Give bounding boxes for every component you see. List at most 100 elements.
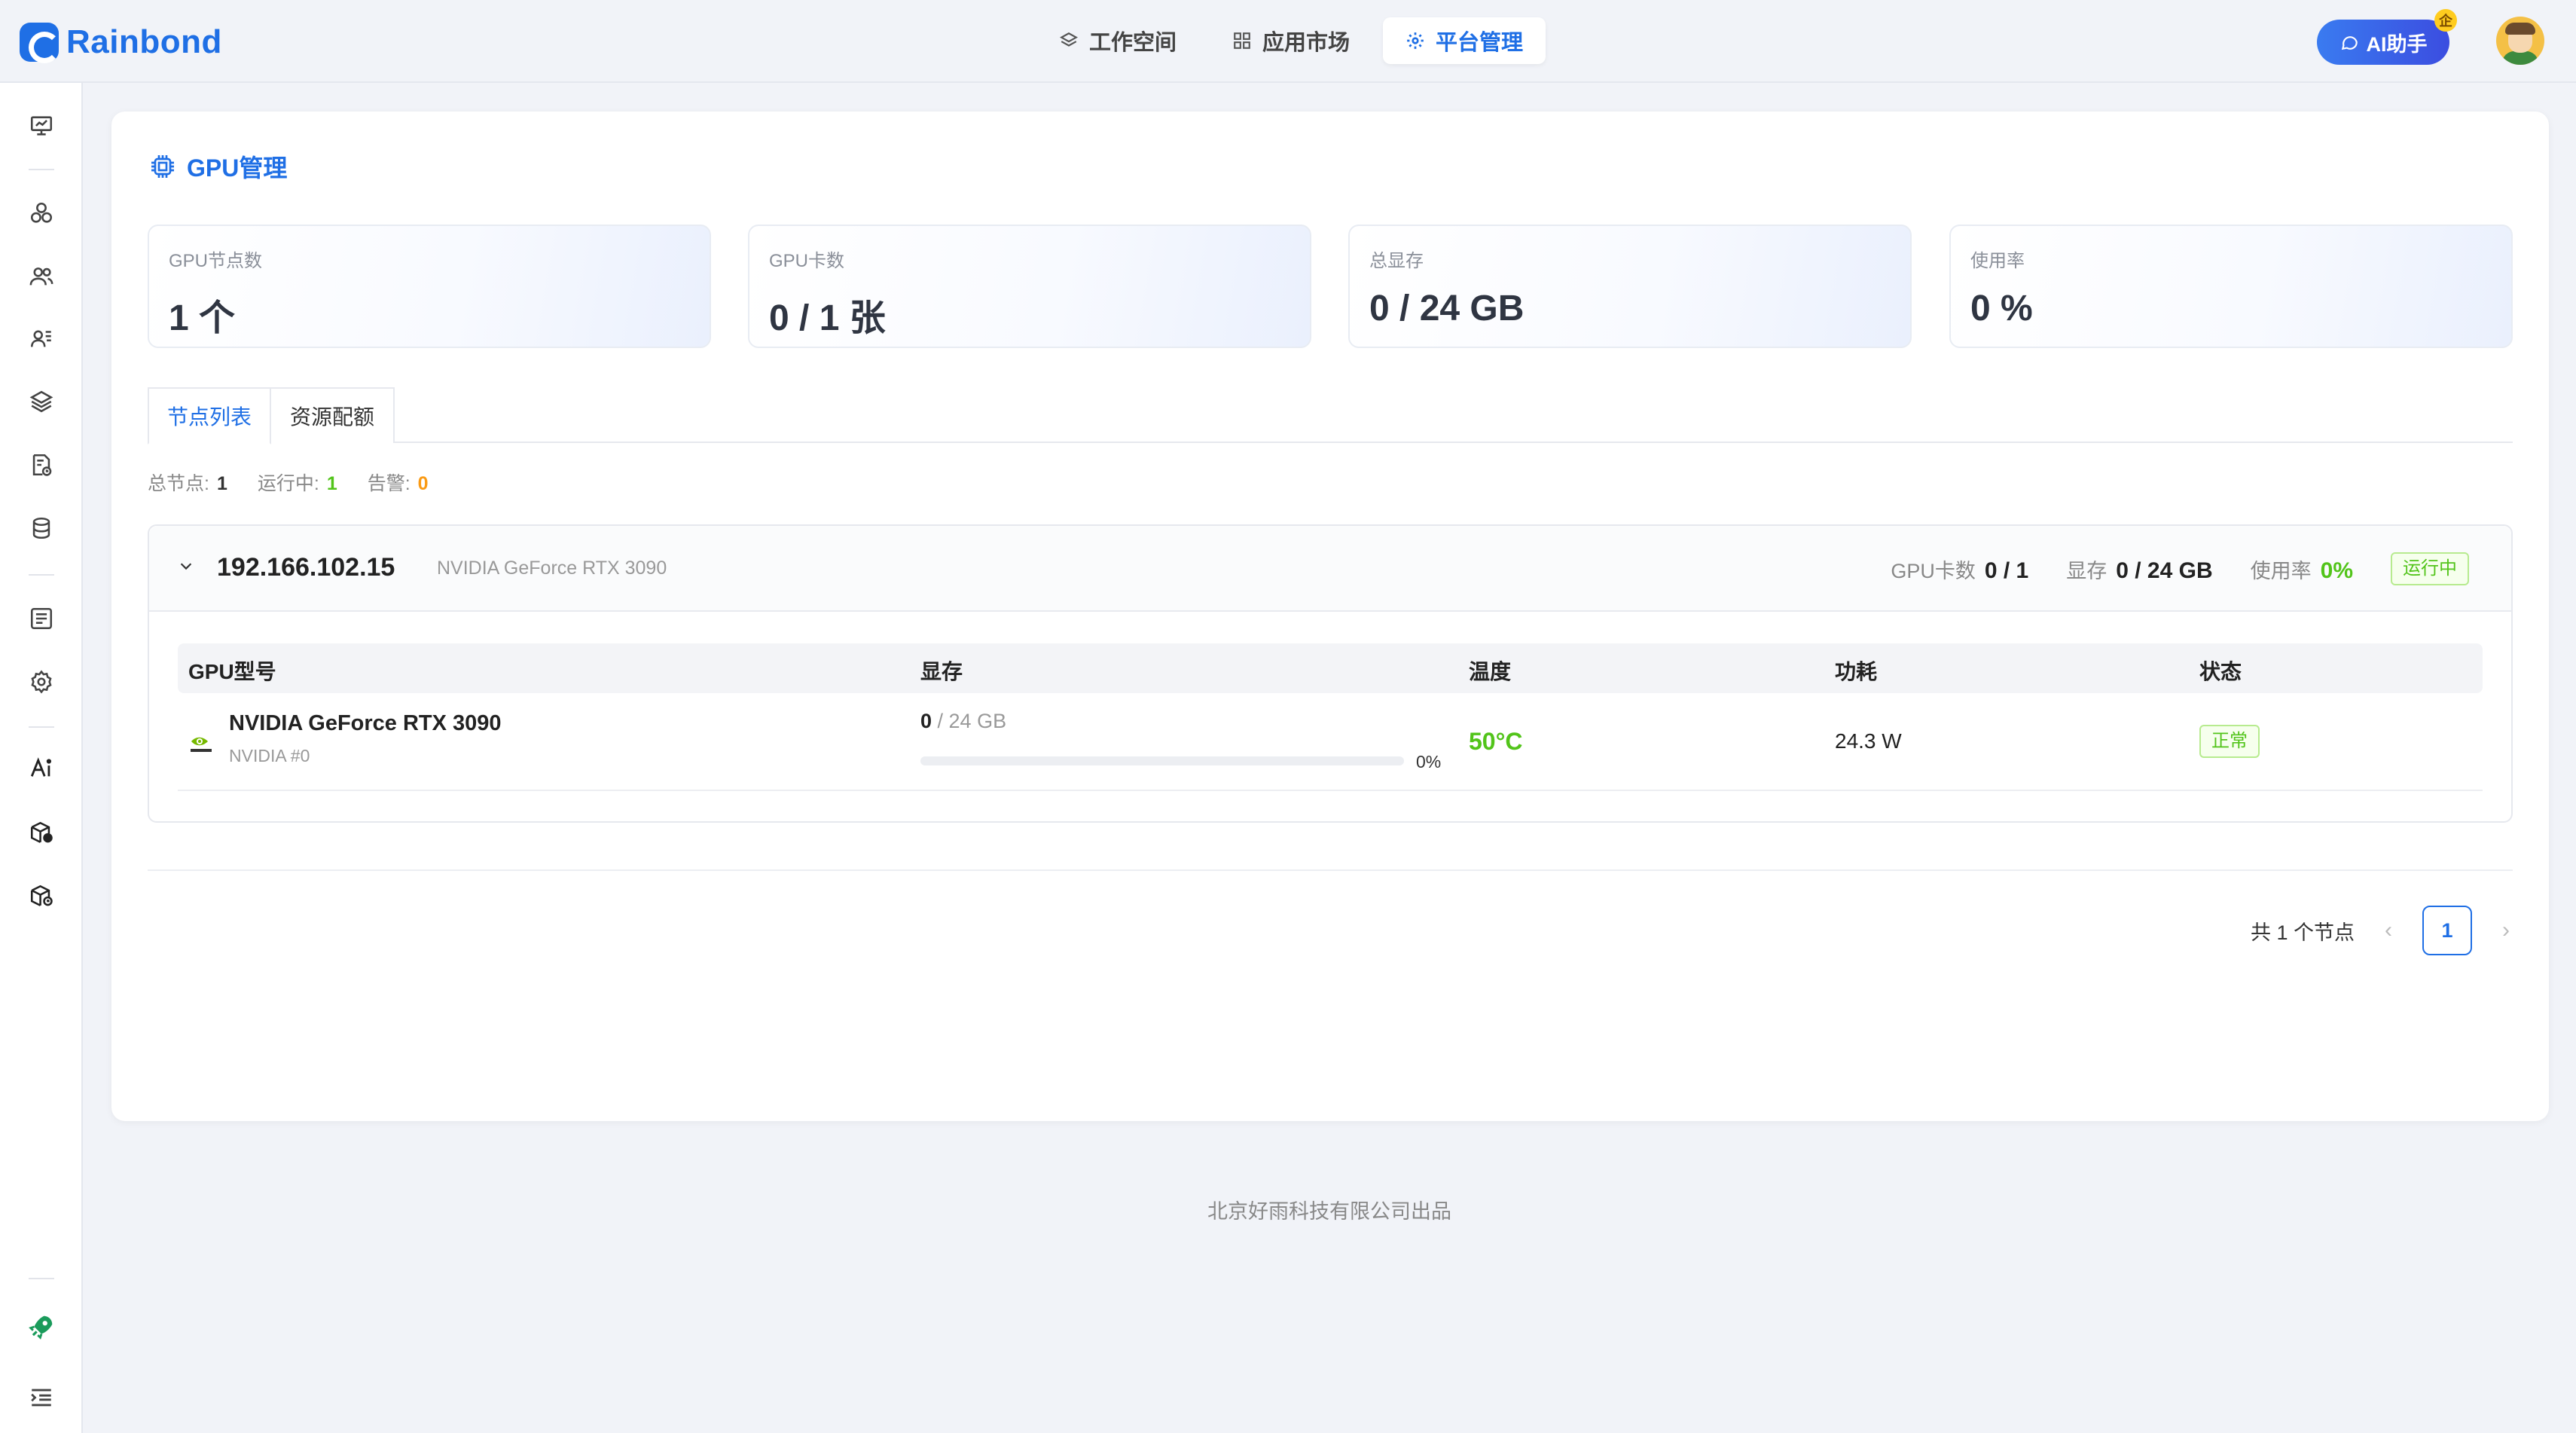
column-header: 显存 <box>920 660 963 683</box>
node-panel: 192.166.102.15 NVIDIA GeForce RTX 3090 G… <box>148 524 2513 823</box>
brand-logo[interactable]: Rainbond <box>20 20 222 65</box>
gpu-memory-used: 0 <box>920 710 932 732</box>
brand-name: Rainbond <box>66 23 222 60</box>
nav-workspace-label: 工作空间 <box>1089 31 1177 55</box>
chevron-right-icon[interactable]: › <box>2502 918 2510 943</box>
avatar-shirt <box>2502 51 2538 65</box>
node-mem-label: 显存 <box>2066 559 2107 582</box>
node-usage-value: 0% <box>2320 558 2353 583</box>
column-header: 状态 <box>2199 660 2242 683</box>
chevron-down-icon[interactable] <box>178 558 194 574</box>
pagination-total: 共 1 个节点 <box>2250 921 2355 944</box>
sidebar-divider <box>29 726 54 728</box>
summary-alert-label: 告警: <box>367 473 411 494</box>
node-header[interactable]: 192.166.102.15 NVIDIA GeForce RTX 3090 G… <box>149 526 2511 612</box>
table-header: GPU型号 显存 温度 功耗 状态 <box>178 643 2483 693</box>
stat-label: 总显存 <box>1369 251 1424 271</box>
tab-resource-quota[interactable]: 资源配额 <box>270 387 395 443</box>
nvidia-logo-icon <box>191 737 212 752</box>
column-header: GPU型号 <box>188 660 276 683</box>
gpu-management-card: GPU管理 GPU节点数 1 个 GPU卡数 0 / 1 张 总显存 0 / 2… <box>111 112 2549 1121</box>
node-ip: 192.166.102.15 <box>217 553 395 582</box>
stat-value: 1 个 <box>169 298 236 338</box>
main-nav: 工作空间 应用市场 平台管理 <box>1036 17 1546 65</box>
report-icon[interactable] <box>27 451 56 479</box>
rocket-icon[interactable] <box>27 1312 56 1341</box>
list-icon[interactable] <box>27 604 56 633</box>
stat-gpu-cards: GPU卡数 0 / 1 张 <box>748 225 1311 348</box>
gpu-memory: 0 / 24 GB <box>920 710 1006 733</box>
contacts-icon[interactable] <box>27 324 56 353</box>
summary-running: 运行中: 1 <box>258 469 337 496</box>
avatar-hair <box>2505 23 2535 35</box>
page-title: GPU管理 <box>148 149 287 184</box>
tab-bar: 节点列表 资源配额 <box>148 387 2513 445</box>
ai-assistant-button[interactable]: AI助手 企 <box>2317 9 2457 65</box>
summary-running-label: 运行中: <box>257 473 319 494</box>
memory-percent: 0% <box>1416 752 1442 771</box>
node-usage-label: 使用率 <box>2250 559 2312 582</box>
layers-icon[interactable] <box>27 387 56 416</box>
nav-platform-admin-label: 平台管理 <box>1436 31 1524 55</box>
node-usage: 使用率 0% <box>2251 555 2353 584</box>
sidebar-divider <box>29 169 54 170</box>
summary-alert-value: 0 <box>417 473 429 494</box>
users-icon[interactable] <box>27 262 56 291</box>
stat-label: GPU卡数 <box>769 251 845 271</box>
chip-icon <box>151 155 174 178</box>
gpu-index: NVIDIA #0 <box>229 746 310 765</box>
node-gpu-count: GPU卡数 0 / 1 <box>1891 555 2028 584</box>
avatar[interactable] <box>2496 17 2544 65</box>
node-metrics: GPU卡数 0 / 1 显存 0 / 24 GB 使用率 0% 运行中 <box>1891 548 2469 589</box>
monitor-icon[interactable] <box>27 112 56 140</box>
node-gpu-label: GPU卡数 <box>1891 559 1976 582</box>
ai-assistant-label: AI助手 <box>2366 32 2428 56</box>
stat-usage-rate: 使用率 0 % <box>1949 225 2513 348</box>
collapse-icon[interactable] <box>27 1383 56 1412</box>
column-header: 温度 <box>1469 660 1512 683</box>
sidebar <box>0 83 83 1433</box>
stat-gpu-nodes: GPU节点数 1 个 <box>148 225 711 348</box>
gpu-name: NVIDIA GeForce RTX 3090 <box>229 711 502 735</box>
nav-workspace[interactable]: 工作空间 <box>1036 17 1199 64</box>
summary-total-label: 总节点: <box>148 473 209 494</box>
ai-icon[interactable] <box>27 753 56 782</box>
node-summary: 总节点: 1 运行中: 1 告警: 0 <box>148 469 429 496</box>
node-gpu-value: 0 / 1 <box>1984 558 2029 583</box>
sidebar-divider <box>29 1278 54 1279</box>
tab-node-list[interactable]: 节点列表 <box>148 387 271 445</box>
nav-app-market-label: 应用市场 <box>1262 31 1351 55</box>
chevron-left-icon[interactable]: ‹ <box>2385 918 2392 943</box>
gpu-status-badge: 正常 <box>2199 725 2260 758</box>
cluster-icon[interactable] <box>27 199 56 228</box>
gpu-temperature: 50°C <box>1469 728 1523 755</box>
page-number[interactable]: 1 <box>2422 906 2472 955</box>
rainbond-logo-icon <box>20 23 60 63</box>
summary-total-value: 1 <box>216 473 227 494</box>
sidebar-divider <box>29 574 54 576</box>
top-bar: Rainbond 工作空间 应用市场 平台管理 AI助手 企 <box>0 0 2576 83</box>
gear-icon <box>1407 32 1424 49</box>
node-memory: 显存 0 / 24 GB <box>2066 555 2212 584</box>
pagination: 共 1 个节点 ‹ 1 › <box>2251 906 2510 955</box>
settings-icon[interactable] <box>27 668 56 696</box>
grid-icon <box>1234 32 1250 49</box>
stat-value: 0 / 1 张 <box>769 298 886 338</box>
column-header: 功耗 <box>1835 660 1878 683</box>
database-icon[interactable] <box>27 514 56 542</box>
nav-platform-admin[interactable]: 平台管理 <box>1383 17 1546 64</box>
package-icon[interactable] <box>27 818 56 847</box>
gpu-power: 24.3 W <box>1835 729 1902 753</box>
summary-alert: 告警: 0 <box>368 469 429 496</box>
stat-value: 0 % <box>1970 289 2033 328</box>
stat-total-memory: 总显存 0 / 24 GB <box>1348 225 1912 348</box>
stat-label: GPU节点数 <box>169 251 263 271</box>
summary-running-value: 1 <box>326 473 337 494</box>
enterprise-badge: 企 <box>2434 9 2457 32</box>
divider <box>148 869 2513 871</box>
package-2-icon[interactable] <box>27 881 56 910</box>
layers-icon <box>1060 32 1078 47</box>
nav-app-market[interactable]: 应用市场 <box>1210 17 1372 64</box>
table-row: NVIDIA GeForce RTX 3090 NVIDIA #0 0 / 24… <box>178 693 2483 791</box>
gpu-memory-total: / 24 GB <box>932 710 1007 732</box>
